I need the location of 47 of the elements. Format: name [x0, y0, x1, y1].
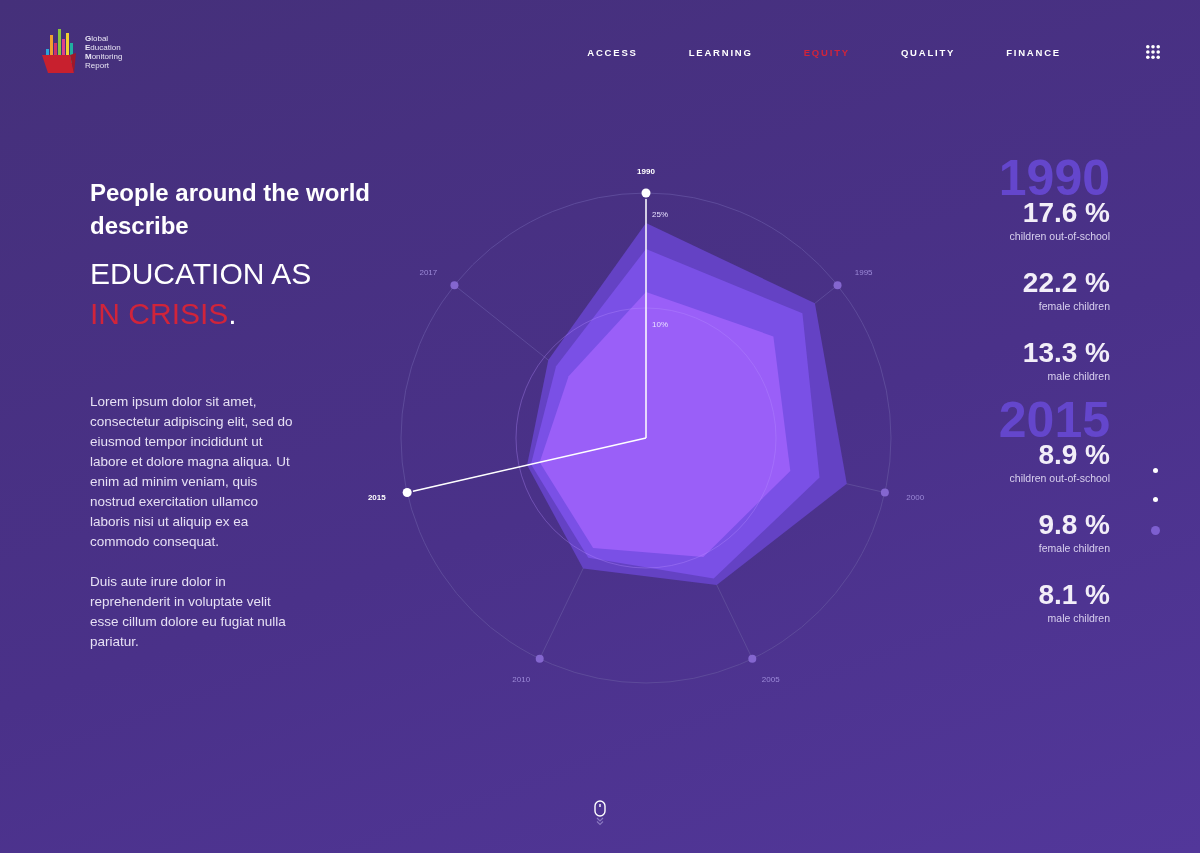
stat-label: male children [1047, 370, 1110, 382]
headline: EDUCATION AS IN CRISIS. [90, 256, 313, 332]
year-label: 2010 [512, 674, 531, 684]
stat-label: children out-of-school [1009, 472, 1110, 484]
logo-text: Monitoring [85, 52, 123, 61]
nav-link[interactable]: LEARNING [688, 46, 753, 58]
axis-dot[interactable] [535, 654, 544, 663]
body-paragraph: Duis aute irure dolor in reprehenderit in voluptate velit esse cillum dolore eu fugiat nulla pariatur. [90, 573, 287, 651]
body-paragraph: Lorem ipsum dolor sit amet, consectetur adipiscing elit, sed do eiusmod tempor incididunt ut labore et dolore magna aliqua. Ut enim ad minim veniam, quis nostrud exercitation ullamco laboris nisi ut aliquip ex ea commodo consequat. [90, 393, 294, 551]
year-watermark: 2015 [998, 400, 1110, 440]
page-dot[interactable] [1152, 468, 1158, 473]
axis-dot[interactable] [402, 488, 412, 497]
year-watermark: 1990 [998, 158, 1110, 198]
year-label: 1990 [637, 167, 655, 176]
axis-dot[interactable] [880, 488, 889, 497]
page-dot[interactable] [1150, 526, 1160, 535]
axis-dot[interactable] [450, 281, 459, 290]
stat-value: 8.1 % [1038, 580, 1110, 610]
heading: People around the world describe [90, 178, 372, 241]
axis-dot[interactable] [748, 654, 757, 663]
stat-value: 17.6 % [1022, 198, 1110, 228]
year-label: 1995 [854, 267, 873, 277]
stat-value: 9.8 % [1038, 510, 1110, 540]
stat-value: 8.9 % [1038, 440, 1110, 470]
logo-text: Education [85, 43, 122, 52]
nav-link[interactable]: FINANCE [1006, 46, 1061, 58]
stat-label: female children [1038, 300, 1110, 312]
nav-link[interactable]: QUALITY [900, 46, 956, 58]
year-label: 2015 [367, 493, 386, 503]
stat-value: 13.3 % [1022, 338, 1110, 368]
nav-link[interactable]: ACCESS [587, 46, 638, 58]
logo-text: Report [85, 61, 110, 70]
stat-label: children out-of-school [1009, 230, 1110, 242]
tick-label: 10% [652, 320, 668, 329]
stat-label: male children [1047, 612, 1110, 624]
grid-menu-icon[interactable] [1146, 45, 1160, 59]
axis-dot[interactable] [833, 281, 842, 290]
stat-value: 22.2 % [1022, 268, 1110, 298]
page-dot[interactable] [1152, 497, 1158, 502]
year-label: 2017 [419, 267, 438, 277]
axis-dot[interactable] [641, 188, 651, 198]
tick-label: 25% [652, 210, 668, 219]
year-label: 2000 [906, 493, 925, 503]
logo-text: Global [85, 34, 110, 43]
year-label: 2005 [761, 674, 780, 684]
mouse-scroll-icon[interactable] [594, 800, 606, 826]
stat-label: female children [1038, 542, 1110, 554]
